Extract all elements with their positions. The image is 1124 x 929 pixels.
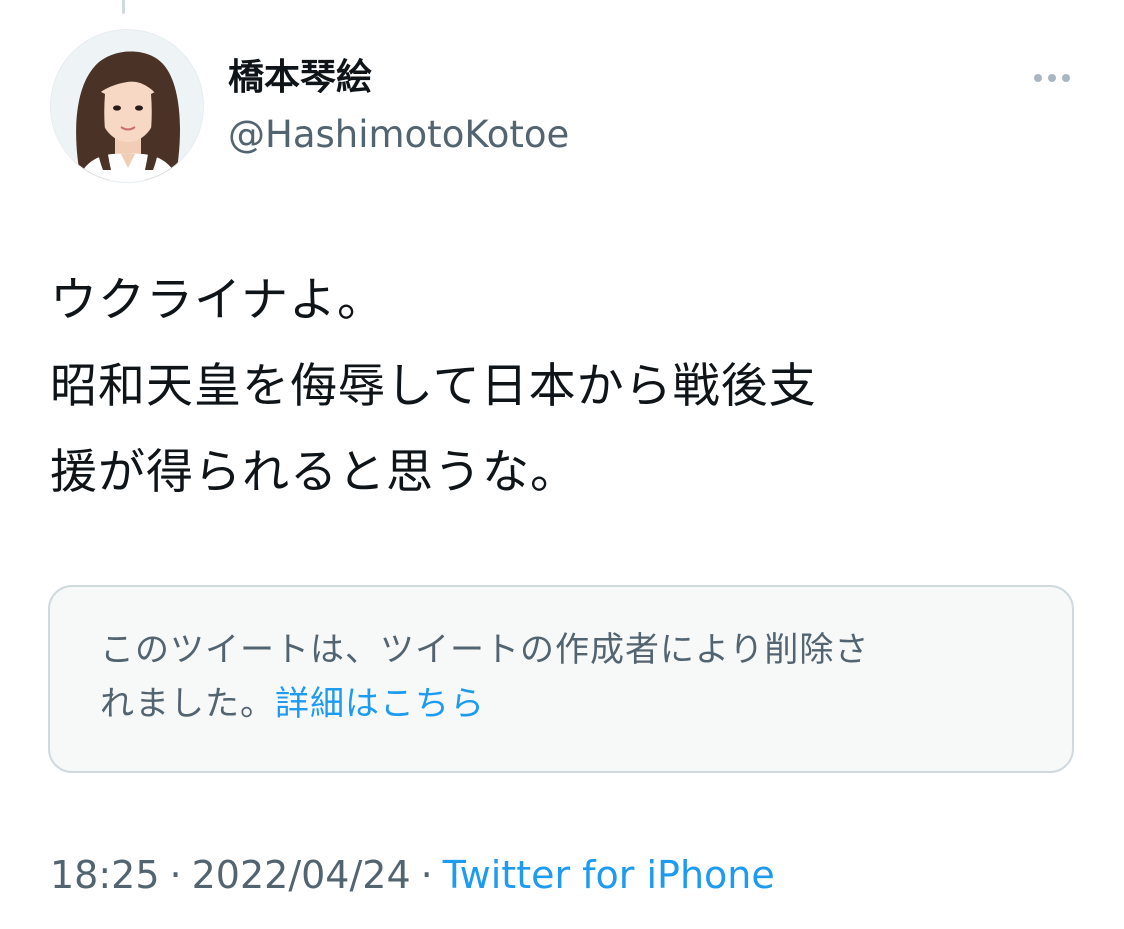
author-handle[interactable]: @HashimotoKotoe bbox=[228, 112, 569, 158]
more-options-button[interactable] bbox=[1022, 62, 1082, 94]
tweet-text: ウクライナよ。 昭和天皇を侮辱して日本から戦後支 援が得られると思うな。 bbox=[50, 258, 1060, 516]
avatar-image bbox=[51, 30, 203, 182]
deleted-tweet-notice-card: このツイートは、ツイートの作成者により削除さ れました。詳細はこちら bbox=[48, 585, 1074, 773]
notice-line: このツイートは、ツイートの作成者により削除さ bbox=[100, 630, 870, 670]
author-display-name[interactable]: 橋本琴絵 bbox=[228, 54, 372, 102]
tweet-metadata: 18:25 · 2022/04/24 · Twitter for iPhone bbox=[50, 850, 775, 900]
meta-separator: · bbox=[169, 853, 182, 897]
tweet-text-line: 援が得られると思うな。 bbox=[50, 445, 578, 500]
tweet-source-link[interactable]: Twitter for iPhone bbox=[443, 853, 775, 897]
tweet-text-line: ウクライナよ。 bbox=[50, 273, 386, 328]
meta-separator: · bbox=[420, 853, 433, 897]
avatar[interactable] bbox=[50, 29, 204, 183]
tweet-date[interactable]: 2022/04/24 bbox=[192, 853, 411, 897]
notice-line-prefix: れました。 bbox=[100, 684, 275, 724]
more-horizontal-icon bbox=[1034, 74, 1070, 82]
deleted-tweet-notice-text: このツイートは、ツイートの作成者により削除さ れました。詳細はこちら bbox=[100, 623, 1040, 731]
thread-connector-line bbox=[122, 0, 125, 14]
learn-more-link[interactable]: 詳細はこちら bbox=[275, 684, 485, 724]
tweet-text-line: 昭和天皇を侮辱して日本から戦後支 bbox=[50, 359, 817, 414]
tweet-time[interactable]: 18:25 bbox=[50, 853, 160, 897]
notice-line: れました。詳細はこちら bbox=[100, 677, 1040, 731]
